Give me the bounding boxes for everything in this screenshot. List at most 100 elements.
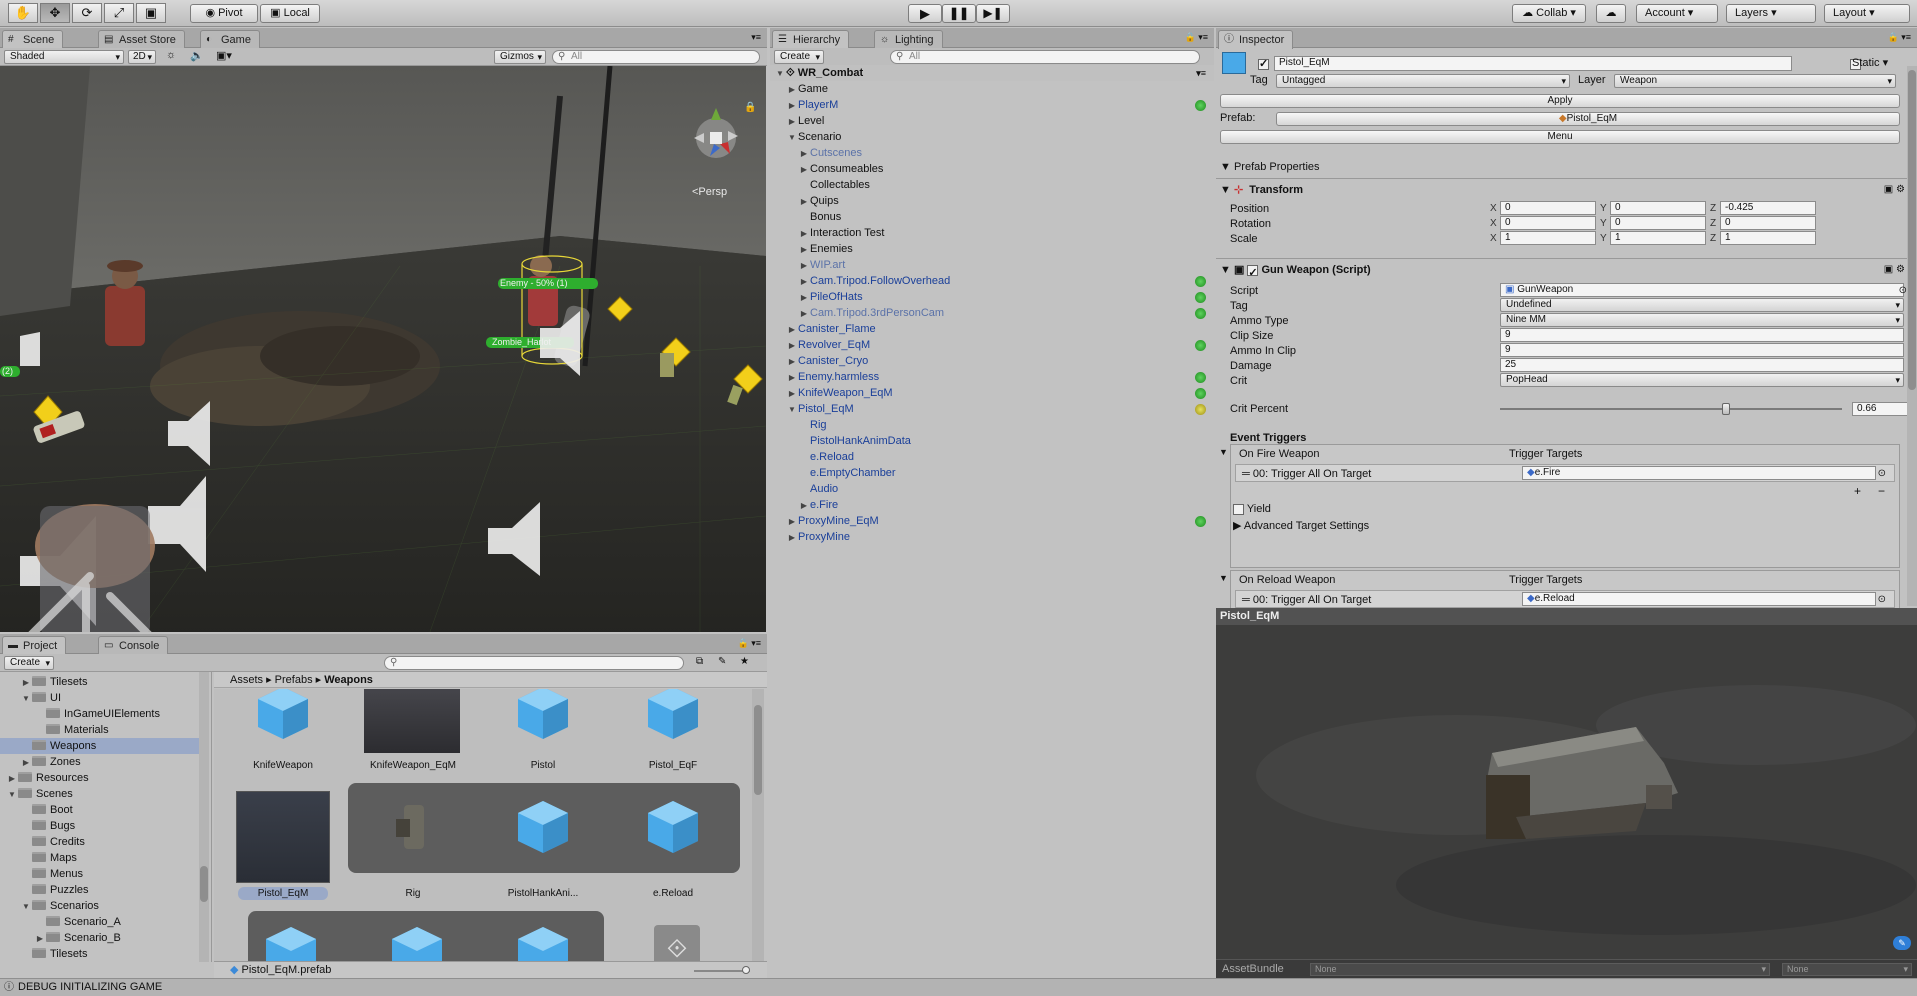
project-folder-item[interactable]: ▶ Tilesets [0,674,200,690]
assetbundle-dropdown[interactable]: None ▾ [1310,963,1770,976]
scale-tool-icon[interactable]: ⤢ [104,3,134,23]
hierarchy-item[interactable]: ▶ Level [770,113,1214,129]
crit-percent-field[interactable]: 0.66 [1852,402,1912,416]
collapsed-arrow-icon[interactable]: ▶ [798,290,810,306]
tab-project[interactable]: ▬ Project [2,636,67,655]
lighting-toggle-icon[interactable]: ☼ [166,49,176,61]
hierarchy-item[interactable]: ▶ PileOfHats [770,289,1214,305]
local-button[interactable]: ▣ Local [260,4,320,23]
pivot-button[interactable]: ◉ Pivot [190,4,258,23]
layer-dropdown[interactable]: Weapon [1614,74,1896,88]
project-folder-item[interactable]: ▶ Zones [0,754,200,770]
transform-header[interactable]: ▼ ⊹ Transform ▣ ⚙ [1216,180,1917,200]
collapsed-arrow-icon[interactable]: ▶ [34,931,46,947]
collapsed-arrow-icon[interactable]: ▶ [798,194,810,210]
collapsed-arrow-icon[interactable]: ▶ [786,514,798,530]
asset-item[interactable]: Pistol_EqF [618,689,728,785]
active-checkbox[interactable] [1258,57,1269,70]
scene-root[interactable]: ▼ ⟐ WR_Combat ▾≡ [770,65,1214,81]
menu-button[interactable]: Menu [1220,130,1900,144]
tab-game[interactable]: ◐ Game [200,30,260,48]
favorites-icon[interactable]: ★ [740,656,749,667]
collapsed-arrow-icon[interactable]: ▶ [786,386,798,402]
project-folder-item[interactable]: Puzzles [0,882,200,898]
prefab-field[interactable]: ◆Pistol_EqM [1276,112,1900,126]
move-tool-icon[interactable]: ✥ [40,3,70,23]
hierarchy-item[interactable]: e.Reload [770,449,1214,465]
foldout-arrow-icon[interactable]: ▼ [1219,573,1228,583]
hand-tool-icon[interactable]: ✋ [8,3,38,23]
hierarchy-search-input[interactable]: All [890,50,1200,64]
hierarchy-item[interactable]: ▶ Cutscenes [770,145,1214,161]
pause-button[interactable]: ❚❚ [942,4,976,23]
asset-item[interactable]: PistolHankAni... [488,791,598,899]
effects-dropdown-icon[interactable]: ▣▾ [216,49,232,62]
project-folder-item[interactable]: Menus [0,866,200,882]
tab-console[interactable]: ▭ Console [98,636,169,654]
hierarchy-item[interactable]: ▶ Cam.Tripod.FollowOverhead [770,273,1214,289]
project-folder-item[interactable]: Materials [0,722,200,738]
collapsed-arrow-icon[interactable]: ▶ [786,114,798,130]
layers-dropdown[interactable]: Layers ▾ [1726,4,1816,23]
panel-menu-icon[interactable]: 🔒 ▾≡ [1888,32,1911,43]
hierarchy-item[interactable]: ▶ Enemies [770,241,1214,257]
x-value-field[interactable]: 0 [1500,216,1596,230]
collapsed-arrow-icon[interactable]: ▶ [798,274,810,290]
panel-menu-icon[interactable]: 🔒 ▾≡ [1185,32,1208,43]
add-trigger-button[interactable]: + [1854,484,1861,498]
hierarchy-item[interactable]: ▶ Game [770,81,1214,97]
lock-icon[interactable]: 🔒 [744,102,756,113]
step-button[interactable]: ▶❚ [976,4,1010,23]
play-button[interactable]: ▶ [908,4,942,23]
project-folder-item[interactable]: ▶ Resources [0,770,200,786]
y-value-field[interactable]: 0 [1610,201,1706,215]
asset-item[interactable]: KnifeWeapon [228,689,338,785]
collapsed-arrow-icon[interactable]: ▶ [798,258,810,274]
collapsed-arrow-icon[interactable]: ▶ [786,82,798,98]
collapsed-arrow-icon[interactable]: ▶ [798,306,810,322]
project-folder-item[interactable]: Boot [0,802,200,818]
object-picker-icon[interactable]: ⊙ [1878,591,1886,608]
scrollbar-thumb[interactable] [754,705,762,795]
hierarchy-item[interactable]: ▶ Cam.Tripod.3rdPersonCam [770,305,1214,321]
rotate-tool-icon[interactable]: ⟳ [72,3,102,23]
hierarchy-item[interactable]: ▼ Pistol_EqM [770,401,1214,417]
trigger-entry[interactable]: ═ 00: Trigger All On Target ◆e.Fire ⊙ [1235,464,1895,482]
project-folder-item[interactable]: ▼ UI [0,690,200,706]
prefab-cube-icon[interactable] [390,925,444,961]
expanded-arrow-icon[interactable]: ▼ [20,899,32,915]
prefab-preview-render[interactable] [1216,625,1917,959]
account-dropdown[interactable]: Account ▾ [1636,4,1718,23]
value-field[interactable]: 25 [1500,358,1904,372]
collapsed-arrow-icon[interactable]: ▶ [786,338,798,354]
x-value-field[interactable]: 1 [1500,231,1596,245]
value-dropdown[interactable]: PopHead [1500,373,1904,387]
prefab-properties-foldout[interactable]: ▼ Prefab Properties [1220,161,1320,173]
asset-label-icon[interactable]: ✎ [1893,936,1911,950]
collapsed-arrow-icon[interactable]: ▶ [20,755,32,771]
component-enabled-checkbox[interactable] [1247,263,1259,283]
scrollbar-thumb[interactable] [200,866,208,902]
project-search-input[interactable] [384,656,684,670]
tab-inspector[interactable]: ⓘ Inspector [1218,30,1294,49]
collapsed-arrow-icon[interactable]: ▶ [786,530,798,546]
asset-scrollbar[interactable] [752,689,764,961]
hierarchy-item[interactable]: ▼ Scenario [770,129,1214,145]
object-picker-icon[interactable]: ⊙ [1878,465,1886,483]
inspector-scrollbar[interactable] [1907,66,1917,606]
hierarchy-item[interactable]: ▶ Quips [770,193,1214,209]
assetbundle-variant-dropdown[interactable]: None ▾ [1782,963,1912,976]
scene-search-input[interactable]: All [552,50,760,64]
hierarchy-item[interactable]: ▶ WIP.art [770,257,1214,273]
prefab-cube-icon[interactable] [516,925,570,961]
tab-asset-store[interactable]: ▤ Asset Store [98,30,185,48]
trigger-target-field[interactable]: ◆e.Reload [1522,592,1876,606]
collapsed-arrow-icon[interactable]: ▶ [798,242,810,258]
project-folder-item[interactable]: ▼ Scenes [0,786,200,802]
expanded-arrow-icon[interactable]: ▼ [6,787,18,803]
perspective-label[interactable]: <Persp [692,186,727,198]
expanded-arrow-icon[interactable]: ▼ [20,691,32,707]
hierarchy-item[interactable]: PistolHankAnimData [770,433,1214,449]
project-folder-item[interactable]: InGameUIElements [0,706,200,722]
2d-toggle[interactable]: 2D [128,50,156,64]
